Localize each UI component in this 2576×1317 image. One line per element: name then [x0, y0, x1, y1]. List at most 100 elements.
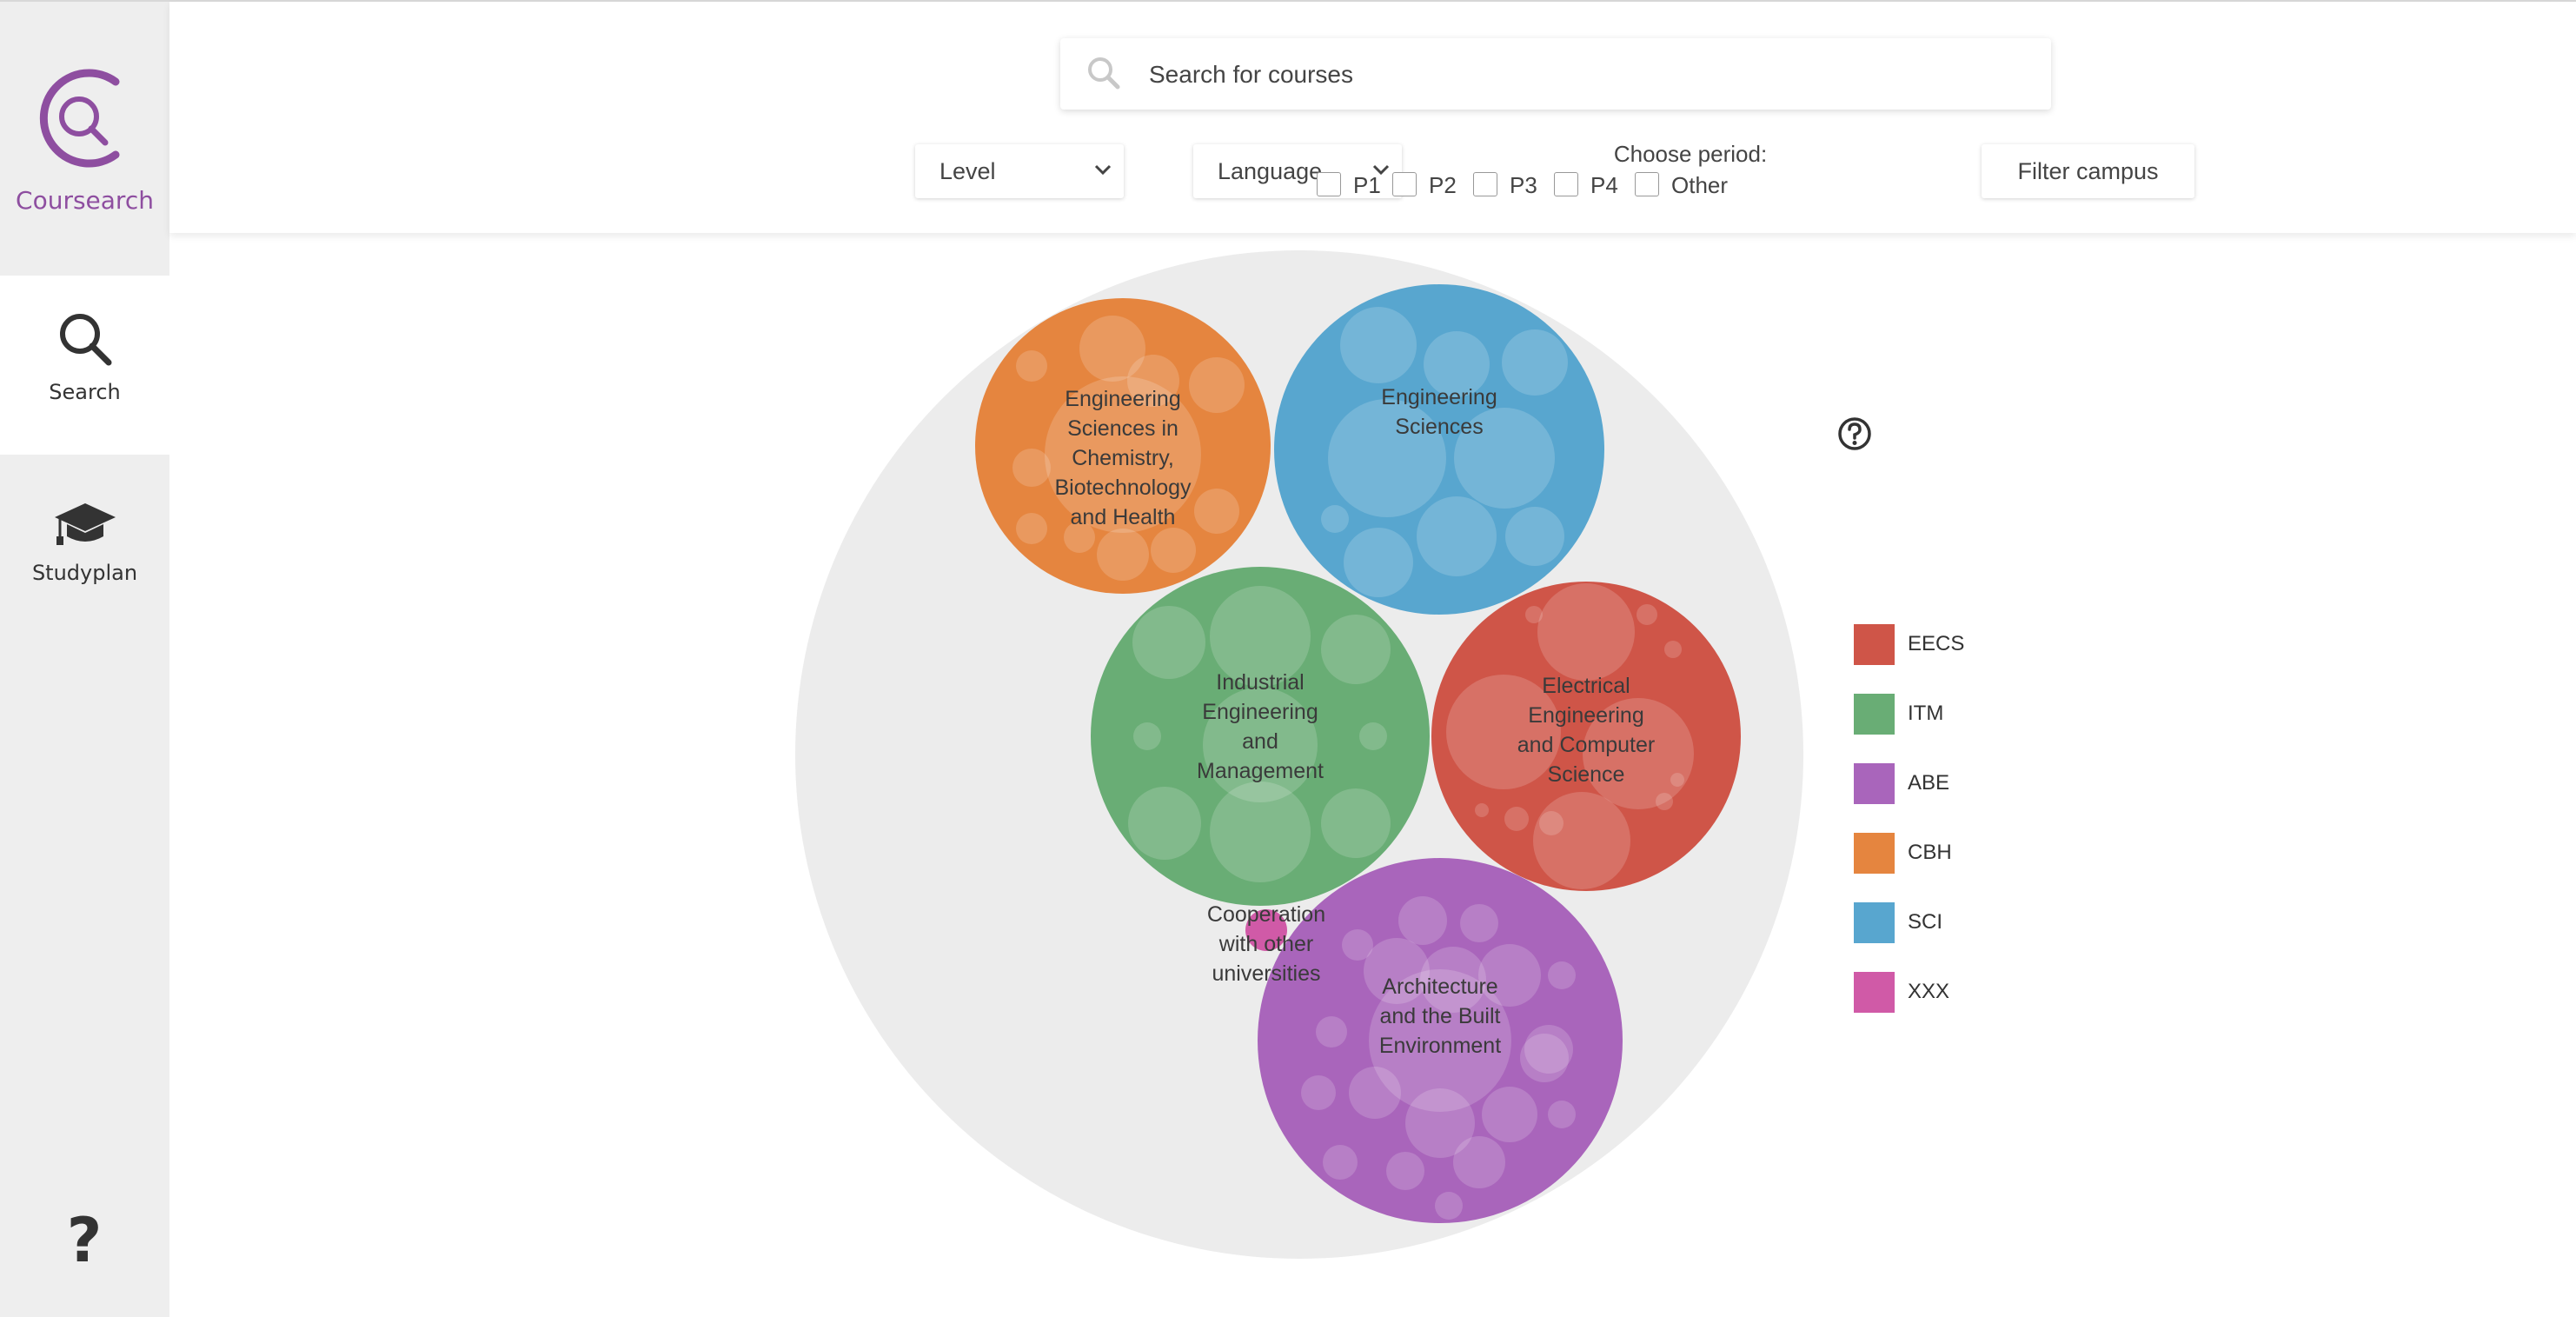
course-group-bubble[interactable] — [1417, 496, 1497, 576]
course-group-bubble[interactable] — [1539, 811, 1564, 835]
filter-campus-button[interactable]: Filter campus — [1982, 144, 2194, 198]
course-bubble-chart: Engineering Sciences in Chemistry, Biotechn… — [795, 250, 1803, 1259]
course-group-bubble[interactable] — [1016, 513, 1047, 544]
filter-header: Level Language Choose period: P1 P2 P3 P… — [169, 2, 2576, 233]
school-name-line: Industrial — [1216, 670, 1304, 695]
info-question-icon[interactable] — [1836, 416, 1873, 452]
checkbox[interactable] — [1392, 172, 1417, 196]
period-title: Choose period: — [1613, 141, 1768, 167]
course-group-bubble[interactable] — [1301, 1075, 1336, 1110]
course-group-bubble[interactable] — [1398, 896, 1447, 945]
course-group-bubble[interactable] — [1435, 1192, 1463, 1220]
school-name-label: Architecture and the Built Environment — [1379, 974, 1501, 1058]
course-group-bubble[interactable] — [1504, 807, 1529, 831]
course-group-bubble[interactable] — [1637, 604, 1657, 625]
legend-label: XXX — [1908, 980, 1950, 1003]
search-bar[interactable] — [1060, 38, 2051, 111]
course-group-bubble[interactable] — [1189, 357, 1245, 413]
school-name-line: Sciences — [1395, 415, 1483, 439]
legend-label: EECS — [1908, 632, 1965, 655]
course-group-bubble[interactable] — [1151, 528, 1196, 573]
course-group-bubble[interactable] — [1359, 722, 1387, 750]
app-name: Coursearch — [16, 186, 154, 215]
sidebar: Coursearch Search Studyplan ? — [0, 2, 169, 1317]
search-icon — [1088, 57, 1120, 90]
course-group-bubble[interactable] — [1475, 803, 1489, 817]
school-name-line: Engineering — [1381, 385, 1497, 409]
course-group-bubble[interactable] — [1460, 904, 1498, 942]
school-name-line: Engineering — [1202, 700, 1318, 724]
course-group-bubble[interactable] — [1525, 606, 1543, 623]
course-group-bubble[interactable] — [1670, 773, 1684, 787]
checkbox[interactable] — [1473, 172, 1497, 196]
legend-swatch — [1854, 833, 1895, 874]
legend-swatch — [1854, 902, 1895, 943]
level-select-label: Level — [939, 158, 996, 184]
legend-label: CBH — [1908, 841, 1952, 864]
legend-label: ABE — [1908, 771, 1950, 795]
school-bubble-itm[interactable]: Industrial Engineering and Management — [1091, 567, 1430, 906]
app-logo[interactable]: Coursearch — [0, 2, 169, 276]
period-label: P1 — [1353, 172, 1381, 198]
course-group-bubble[interactable] — [1482, 1087, 1537, 1142]
school-name-line: with other — [1218, 932, 1313, 956]
course-group-bubble[interactable] — [1664, 641, 1682, 658]
course-group-bubble[interactable] — [1386, 1152, 1424, 1190]
sidebar-item-studyplan[interactable]: Studyplan — [0, 455, 169, 634]
course-group-bubble[interactable] — [1012, 449, 1051, 487]
course-group-bubble[interactable] — [1097, 529, 1149, 581]
course-group-bubble[interactable] — [1537, 583, 1635, 681]
course-group-bubble[interactable] — [1016, 350, 1047, 382]
chevron-down-icon — [1094, 164, 1112, 176]
legend-swatch — [1854, 763, 1895, 804]
course-group-bubble[interactable] — [1505, 507, 1564, 566]
school-name-line: Architecture — [1382, 974, 1497, 999]
course-group-bubble[interactable] — [1133, 722, 1161, 750]
course-group-bubble[interactable] — [1316, 1016, 1347, 1048]
course-group-bubble[interactable] — [1453, 1136, 1505, 1188]
school-name-line: Science — [1548, 762, 1625, 787]
school-name-line: Engineering — [1065, 387, 1180, 411]
sidebar-item-label: Search — [49, 380, 121, 404]
course-group-bubble[interactable] — [1656, 793, 1673, 810]
course-group-bubble[interactable] — [1520, 1034, 1569, 1082]
search-input[interactable] — [1147, 38, 2037, 111]
period-label: P4 — [1590, 172, 1618, 198]
course-group-bubble[interactable] — [1321, 505, 1349, 533]
period-label: P2 — [1429, 172, 1457, 198]
course-group-bubble[interactable] — [1132, 606, 1205, 679]
legend-swatch — [1854, 694, 1895, 735]
course-group-bubble[interactable] — [1340, 307, 1417, 383]
course-group-bubble[interactable] — [1323, 1145, 1358, 1180]
help-button[interactable]: ? — [54, 1206, 115, 1275]
course-group-bubble[interactable] — [1548, 1101, 1576, 1128]
school-bubble-xxx[interactable]: Cooperation with other universities — [1207, 902, 1325, 986]
course-group-bubble[interactable] — [1128, 787, 1201, 860]
course-group-bubble[interactable] — [1321, 615, 1391, 684]
course-group-bubble[interactable] — [1210, 782, 1311, 882]
school-name-line: and — [1242, 729, 1278, 754]
course-group-bubble[interactable] — [1194, 489, 1239, 534]
period-label: P3 — [1510, 172, 1537, 198]
school-name-line: and the Built — [1380, 1004, 1501, 1028]
checkbox[interactable] — [1317, 172, 1341, 196]
checkbox[interactable] — [1554, 172, 1578, 196]
school-name-line: Management — [1197, 759, 1324, 783]
course-group-bubble[interactable] — [1548, 961, 1576, 989]
course-group-bubble[interactable] — [1502, 329, 1568, 396]
school-name-line: Chemistry, — [1072, 446, 1174, 470]
course-group-bubble[interactable] — [1344, 528, 1413, 597]
sidebar-item-search[interactable]: Search — [0, 276, 169, 455]
school-name-line: Cooperation — [1207, 902, 1325, 927]
school-bubble-cbh[interactable]: Engineering Sciences in Chemistry, Biotechn… — [975, 298, 1271, 594]
course-group-bubble[interactable] — [1321, 788, 1391, 858]
checkbox[interactable] — [1635, 172, 1659, 196]
school-bubble-eecs[interactable]: Electrical Engineering and Computer Science — [1431, 582, 1741, 891]
coursearch-logo-icon — [39, 69, 120, 168]
school-bubble-sci[interactable]: Engineering Sciences — [1274, 284, 1604, 615]
course-group-bubble[interactable] — [1349, 1067, 1401, 1119]
school-name-line: Engineering — [1528, 703, 1643, 728]
school-name-line: Environment — [1379, 1034, 1501, 1058]
course-group-bubble[interactable] — [1533, 792, 1630, 889]
level-select[interactable]: Level — [915, 144, 1124, 198]
